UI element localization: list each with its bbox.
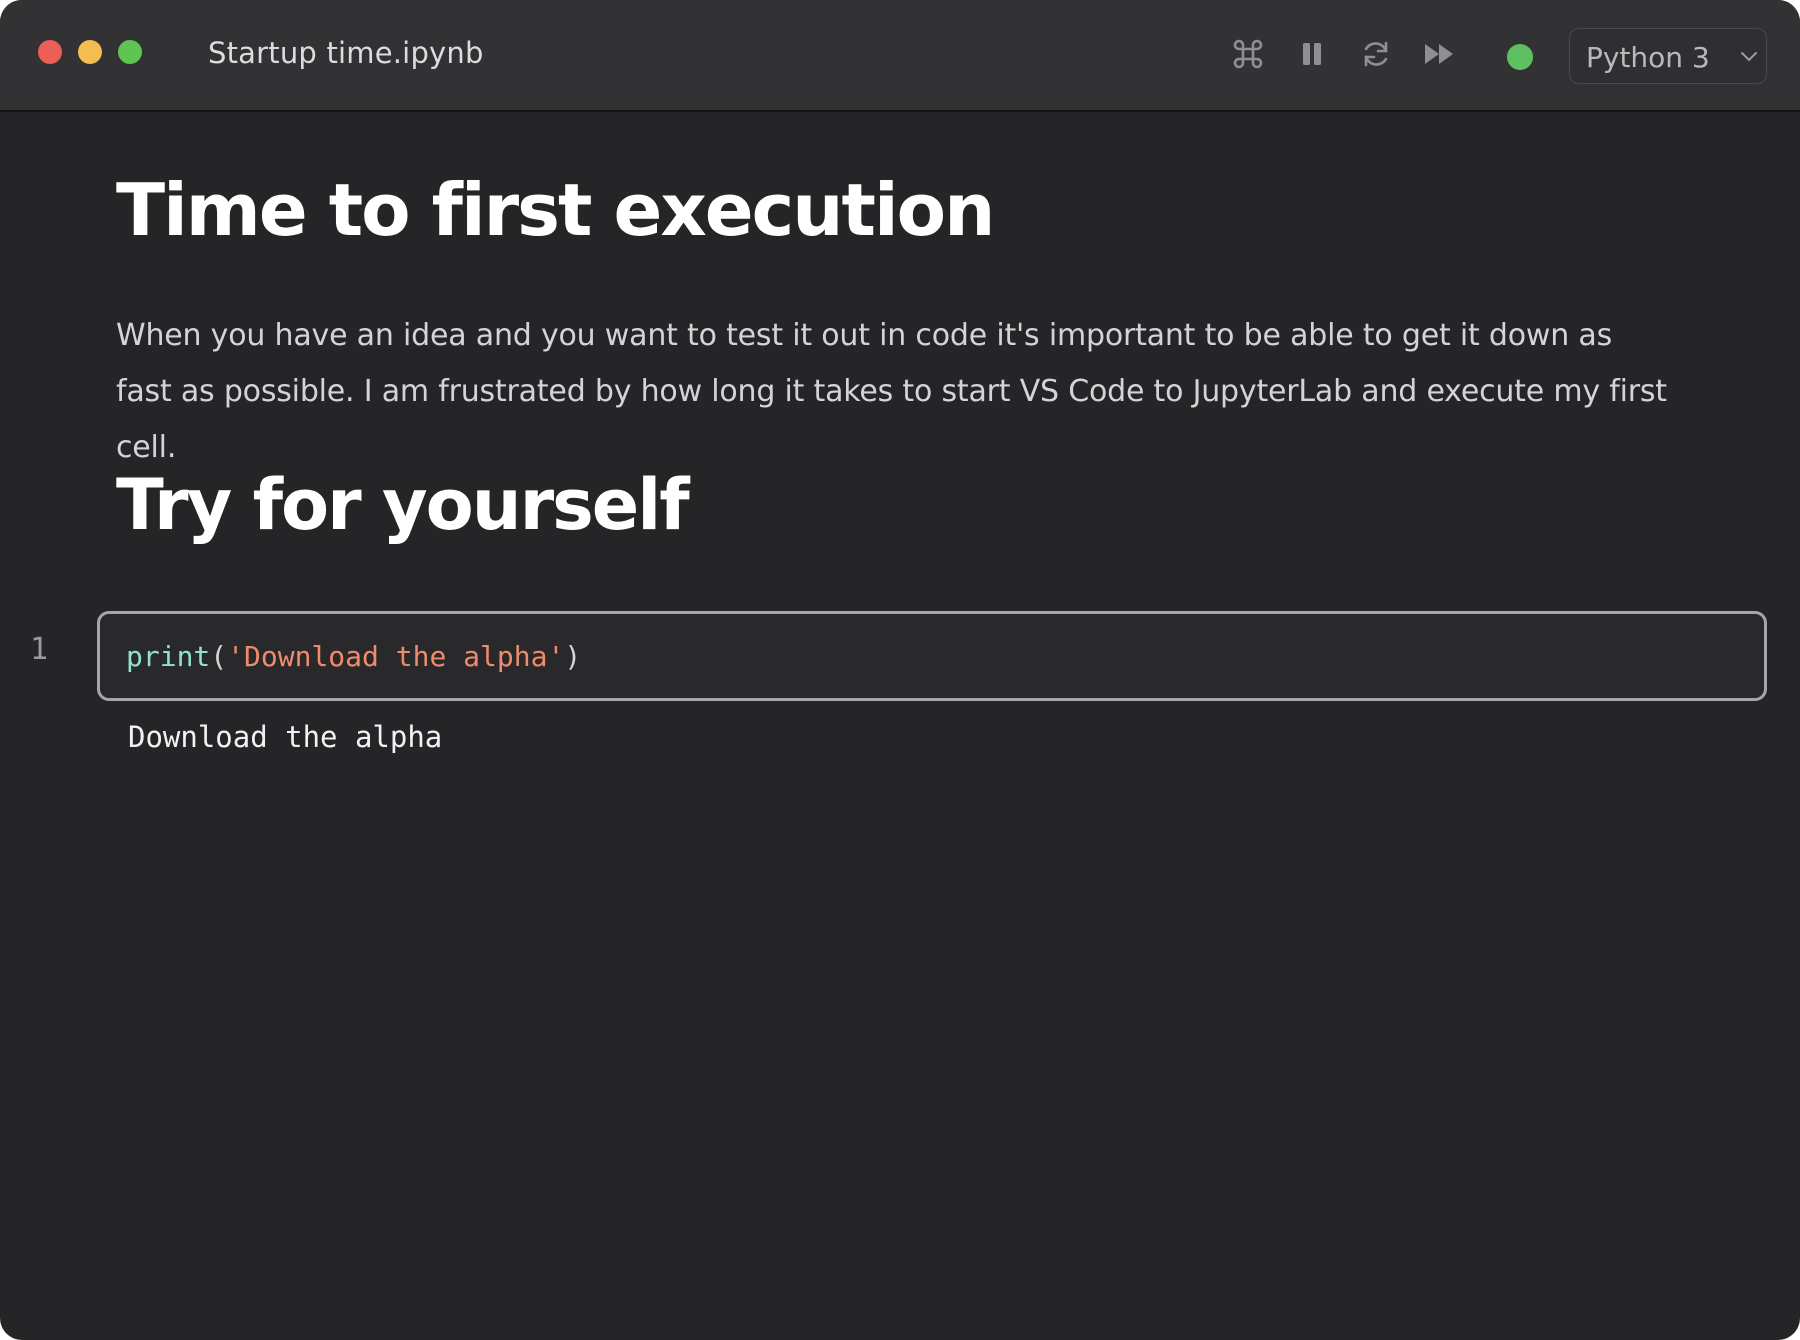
code-string-token: 'Download the alpha' xyxy=(227,640,565,673)
kernel-status-indicator xyxy=(1507,44,1533,70)
notebook-content: Time to first execution When you have an… xyxy=(0,112,1800,1340)
minimize-window-button[interactable] xyxy=(78,40,102,64)
close-window-button[interactable] xyxy=(38,40,62,64)
code-function-token: print xyxy=(126,640,211,673)
code-paren-close: ) xyxy=(564,640,582,673)
kernel-selector[interactable]: Python 3 xyxy=(1569,28,1767,84)
run-all-icon[interactable] xyxy=(1422,36,1458,72)
title-bar: Startup time.ipynb Python 3 xyxy=(0,0,1800,112)
window-title: Startup time.ipynb xyxy=(208,36,484,70)
heading-try-for-yourself: Try for yourself xyxy=(116,464,690,546)
notebook-window: Startup time.ipynb Python 3 Time to firs… xyxy=(0,0,1800,1340)
command-icon[interactable] xyxy=(1230,36,1266,72)
execution-count: 1 xyxy=(30,632,49,667)
heading-time-to-first-execution: Time to first execution xyxy=(116,168,995,252)
maximize-window-button[interactable] xyxy=(118,40,142,64)
code-cell[interactable]: print('Download the alpha') xyxy=(97,611,1767,701)
kernel-label: Python 3 xyxy=(1586,41,1710,74)
markdown-paragraph: When you have an idea and you want to te… xyxy=(116,318,1667,465)
code-editor[interactable]: print('Download the alpha') xyxy=(126,640,581,673)
chevron-down-icon xyxy=(1741,52,1757,62)
cell-output: Download the alpha xyxy=(128,720,443,754)
pause-icon[interactable] xyxy=(1294,36,1330,72)
code-paren-open: ( xyxy=(210,640,228,673)
restart-icon[interactable] xyxy=(1358,36,1394,72)
